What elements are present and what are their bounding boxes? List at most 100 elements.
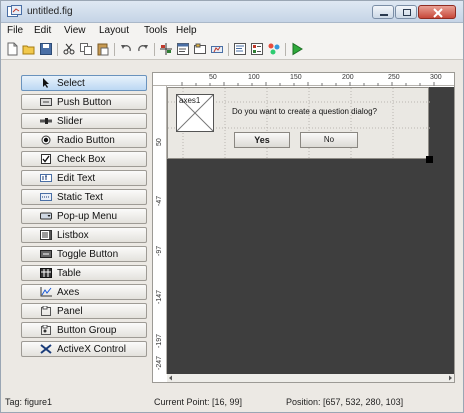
palette-label: Button Group — [57, 325, 117, 336]
palette-popup-menu[interactable]: Pop-up Menu — [21, 208, 147, 224]
menu-editor-icon[interactable] — [176, 42, 190, 56]
no-button[interactable]: No — [300, 132, 358, 148]
menu-tools[interactable]: Tools — [144, 25, 167, 36]
tab-order-icon[interactable] — [193, 42, 207, 56]
menu-edit[interactable]: Edit — [34, 25, 51, 36]
palette-label: Edit Text — [57, 173, 96, 184]
table-icon — [40, 268, 52, 278]
palette-table[interactable]: Table — [21, 265, 147, 281]
code-editor-icon[interactable] — [233, 42, 247, 56]
redo-icon[interactable] — [136, 42, 150, 56]
horizontal-scrollbar[interactable] — [167, 374, 454, 382]
toolbar — [1, 39, 463, 60]
palette-label: Slider — [57, 116, 83, 127]
align-icon[interactable] — [159, 42, 173, 56]
minimize-button[interactable] — [372, 5, 394, 19]
open-folder-icon[interactable] — [22, 42, 36, 56]
menu-view[interactable]: View — [64, 25, 86, 36]
toolbar-editor-icon[interactable] — [210, 42, 224, 56]
toolbar-separator — [114, 43, 115, 56]
run-icon[interactable] — [290, 42, 304, 56]
toolbar-separator — [57, 43, 58, 56]
palette-listbox[interactable]: Listbox — [21, 227, 147, 243]
toolbar-separator — [228, 43, 229, 56]
palette-toggle-button[interactable]: Toggle Button — [21, 246, 147, 262]
minimize-icon — [380, 14, 388, 16]
activex-icon — [40, 344, 52, 354]
figure-resize-handle[interactable] — [426, 156, 433, 163]
edit-text-icon — [40, 174, 52, 182]
cut-icon[interactable] — [62, 42, 76, 56]
layout-editor: 50 100 150 200 250 300 50 -47 -97 -147 -… — [152, 72, 455, 383]
palette-activex-control[interactable]: ActiveX Control — [21, 341, 147, 357]
title-bar: untitled.fig — [1, 1, 463, 23]
top-ruler-label: 250 — [388, 74, 400, 81]
scroll-arrows — [169, 375, 452, 381]
palette-static-text[interactable]: Static Text — [21, 189, 147, 205]
top-ruler-label: 300 — [430, 74, 442, 81]
close-button[interactable] — [418, 5, 456, 19]
copy-icon[interactable] — [79, 42, 93, 56]
maximize-button[interactable] — [395, 5, 417, 19]
status-current-point: Current Point: [16, 99] — [154, 397, 243, 407]
new-file-icon[interactable] — [5, 42, 19, 56]
palette-check-box[interactable]: Check Box — [21, 151, 147, 167]
palette-axes[interactable]: Axes — [21, 284, 147, 300]
palette-select[interactable]: Select — [21, 75, 147, 91]
left-ruler-label: 50 — [156, 138, 163, 146]
yes-button-label: Yes — [254, 135, 270, 145]
palette-panel[interactable]: Panel — [21, 303, 147, 319]
no-button-label: No — [323, 135, 335, 144]
axes-icon — [40, 287, 52, 297]
object-browser-icon[interactable] — [267, 42, 281, 56]
popup-menu-icon — [40, 212, 52, 220]
status-bar: Tag: figure1 Current Point: [16, 99] Pos… — [1, 390, 463, 412]
listbox-icon — [40, 230, 52, 240]
palette-label: Pop-up Menu — [57, 211, 118, 222]
property-inspector-icon[interactable] — [250, 42, 264, 56]
toolbar-separator — [285, 43, 286, 56]
top-ruler-label: 100 — [248, 74, 260, 81]
status-position: Position: [657, 532, 280, 103] — [286, 397, 404, 407]
palette-label: Panel — [57, 306, 83, 317]
window-title: untitled.fig — [27, 6, 73, 17]
palette-radio-button[interactable]: Radio Button — [21, 132, 147, 148]
question-static-text[interactable]: Do you want to create a question dialog? — [232, 107, 377, 116]
left-ruler-label: -97 — [156, 245, 163, 256]
left-ruler-label: -147 — [156, 289, 163, 304]
palette-edit-text[interactable]: Edit Text — [21, 170, 147, 186]
axes-component[interactable]: axes1 — [176, 94, 214, 132]
top-ruler-label: 200 — [342, 74, 354, 81]
top-ruler: 50 100 150 200 250 300 — [153, 73, 454, 86]
button-group-icon — [41, 325, 51, 335]
yes-button[interactable]: Yes — [234, 132, 290, 148]
palette-label: Select — [57, 78, 85, 89]
top-ruler-label: 150 — [290, 74, 302, 81]
close-icon — [433, 8, 443, 18]
figure-canvas[interactable]: axes1 Do you want to create a question d… — [167, 87, 454, 374]
status-tag: Tag: figure1 — [5, 397, 53, 407]
palette-slider[interactable]: Slider — [21, 113, 147, 129]
maximize-icon — [403, 9, 411, 16]
palette-label: Push Button — [57, 97, 112, 108]
palette-label: Radio Button — [57, 135, 115, 146]
cursor-arrow-icon — [43, 78, 49, 88]
undo-icon[interactable] — [119, 42, 133, 56]
palette-label: Toggle Button — [57, 249, 119, 260]
axes-tag-label: axes1 — [179, 96, 201, 105]
figure-area[interactable]: axes1 Do you want to create a question d… — [167, 87, 430, 160]
palette-label: Axes — [57, 287, 80, 298]
palette-label: Check Box — [57, 154, 106, 165]
menu-bar: File Edit View Layout Tools Help — [1, 23, 463, 39]
menu-help[interactable]: Help — [176, 25, 197, 36]
save-icon[interactable] — [39, 42, 53, 56]
palette-button-group[interactable]: Button Group — [21, 322, 147, 338]
slider-icon — [40, 118, 52, 124]
left-ruler-label: -197 — [156, 333, 163, 348]
palette-label: Table — [57, 268, 81, 279]
left-ruler: 50 -47 -97 -147 -197 -247 — [153, 86, 167, 374]
paste-icon[interactable] — [96, 42, 110, 56]
palette-push-button[interactable]: Push Button — [21, 94, 147, 110]
menu-layout[interactable]: Layout — [99, 25, 129, 36]
menu-file[interactable]: File — [7, 25, 23, 36]
